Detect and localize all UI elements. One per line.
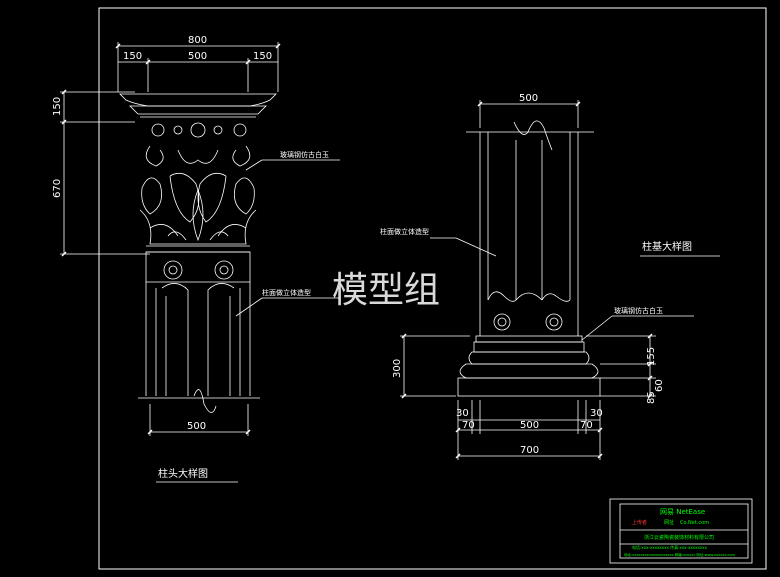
- base-dim-right-b: 60: [654, 379, 665, 392]
- base-dim-bottom-r2: 70: [580, 420, 593, 431]
- base-dim-bottom-c2: 500: [520, 420, 539, 431]
- capital-dim-ticks: [61, 43, 281, 435]
- base-dim-top: 500: [519, 93, 538, 104]
- base-dim-bottom-l1: 30: [456, 408, 469, 419]
- capital-dim-left: 150: [123, 51, 142, 62]
- base-dim-right-a: 155: [646, 347, 657, 366]
- base-title: 柱基大样图: [642, 240, 692, 253]
- base-dim-bottom-r1: 30: [590, 408, 603, 419]
- title-block-brand: 网易 NetEase: [660, 508, 705, 516]
- title-block-line-a-right: Co.Net.com: [680, 520, 709, 526]
- capital-detail: [60, 42, 340, 483]
- cad-drawing-canvas: 800 150 500 150 150 670 500 玻璃钢仿古白玉 柱面做立…: [52, 7, 767, 570]
- title-block-line-a-mid: 网址: [664, 519, 674, 526]
- base-note-shaft: 柱面做立体造型: [380, 227, 429, 236]
- base-detail: [400, 100, 720, 460]
- capital-dim-left-bottom: 670: [52, 179, 63, 198]
- base-note-ring: 玻璃钢仿古白玉: [614, 306, 663, 315]
- capital-dim-total: 800: [188, 35, 207, 46]
- capital-title: 柱头大样图: [158, 467, 208, 480]
- title-block-line-b: 浙江云瓷陶瓷装饰材料有限公司: [644, 534, 714, 541]
- title-block-line-a-left: 上传者: [632, 519, 647, 526]
- capital-note-shaft: 柱面做立体造型: [262, 288, 311, 297]
- capital-dim-bottom: 500: [187, 421, 206, 432]
- base-dim-left: 300: [392, 359, 403, 378]
- title-block-line-c: 电话:xxx-xxxxxxxx 传真:xxx-xxxxxxxx: [632, 544, 708, 550]
- capital-dim-left-top: 150: [52, 97, 63, 116]
- watermark-text: 模型组: [332, 270, 440, 311]
- capital-dim-center: 500: [188, 51, 207, 62]
- base-dim-right-c: 85: [646, 391, 657, 404]
- base-dim-bottom-l2: 70: [462, 420, 475, 431]
- base-dim-bottom-total: 700: [520, 445, 539, 456]
- capital-dim-right: 150: [253, 51, 272, 62]
- capital-note-ornament: 玻璃钢仿古白玉: [280, 150, 329, 159]
- title-block-line-d: 地址:xxxxxxxxxxxxxxxxxxxx 邮编:xxxxxx 网址:www…: [624, 552, 736, 557]
